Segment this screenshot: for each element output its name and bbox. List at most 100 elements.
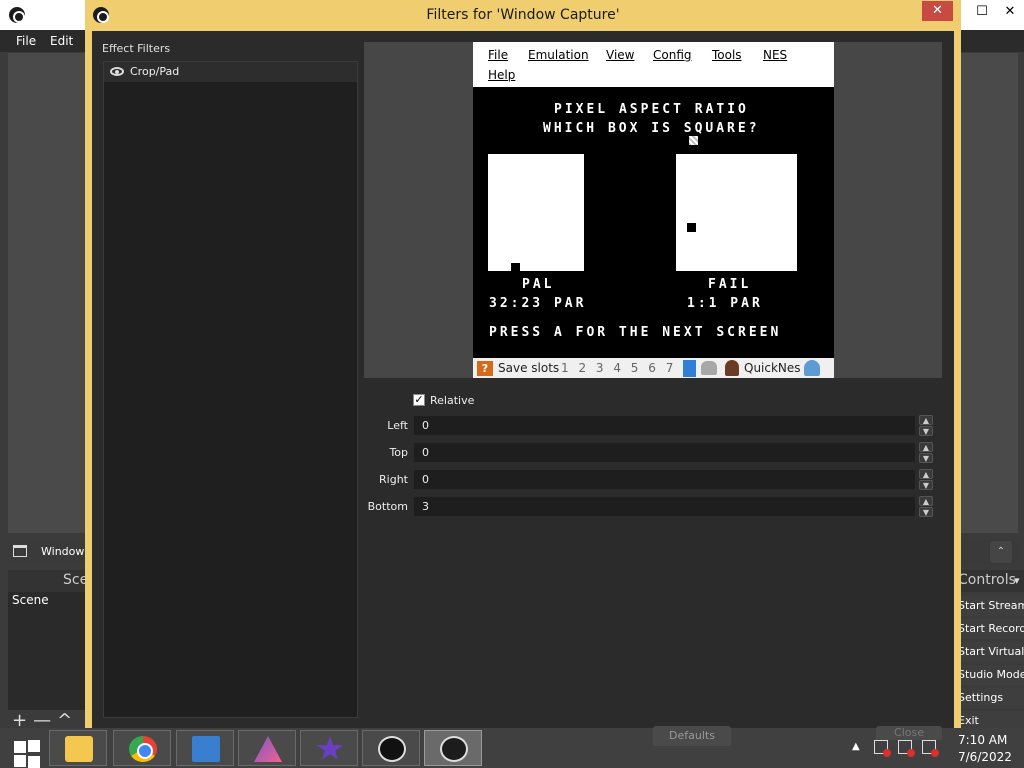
core-icon (725, 360, 739, 376)
action-center-badge (931, 749, 939, 757)
taskbar-obs[interactable] (424, 730, 482, 766)
relative-checkbox[interactable]: ✓ (413, 394, 425, 406)
start-button[interactable] (4, 732, 46, 768)
right-input[interactable]: 0 (413, 469, 916, 490)
emu-menu-tools[interactable]: Tools (712, 48, 742, 62)
pal-box (488, 154, 584, 271)
start-streaming-button[interactable]: Start Streaming (958, 596, 1024, 616)
emu-menu-emulation[interactable]: Emulation (528, 48, 589, 62)
bottom-decrement-icon[interactable]: ▼ (919, 507, 933, 517)
top-decrement-icon[interactable]: ▼ (919, 453, 933, 463)
filters-dialog: Filters for 'Window Capture' ✕ Effect Fi… (85, 0, 961, 730)
tray-expand-icon[interactable]: ▲ (852, 741, 860, 752)
emulator-menubar: File Emulation View Config Tools NES Hel… (473, 42, 834, 87)
effect-filters-label: Effect Filters (102, 42, 171, 55)
clock-date[interactable]: 7/6/2022 (958, 750, 1012, 764)
load-state-icon[interactable] (701, 361, 717, 375)
filters-dialog-body: Effect Filters Crop/Pad File Emulation V… (92, 31, 954, 730)
pal-box-marker (511, 263, 520, 272)
help-icon[interactable]: ? (477, 361, 493, 376)
right-label: Right (379, 473, 408, 486)
studio-mode-button[interactable]: Studio Mode (958, 665, 1024, 685)
emu-menu-config[interactable]: Config (653, 48, 692, 62)
square-box-marker (687, 223, 696, 232)
game-app-icon (316, 736, 344, 760)
filter-item-label: Crop/Pad (130, 65, 180, 78)
bottom-input[interactable]: 3 (413, 496, 916, 517)
checker-cursor-icon (689, 136, 698, 145)
filters-dialog-titlebar: Filters for 'Window Capture' ✕ (85, 0, 961, 31)
core-label: QuickNes (744, 361, 801, 375)
left-label: Left (387, 419, 408, 432)
taskbar-chrome[interactable] (113, 730, 171, 766)
scenes-list[interactable] (8, 610, 94, 710)
action-center-icon[interactable] (922, 740, 939, 757)
right-increment-icon[interactable]: ▲ (919, 469, 933, 479)
maximize-button[interactable]: ☐ (968, 0, 996, 26)
close-window-button[interactable]: ✕ (996, 0, 1024, 26)
visibility-eye-icon[interactable] (110, 67, 124, 76)
windows-logo-icon (14, 741, 26, 753)
settings-button[interactable]: Settings (958, 688, 1024, 708)
top-input[interactable]: 0 (413, 442, 916, 463)
defaults-button[interactable]: Defaults (653, 726, 731, 746)
filter-item-crop-pad[interactable]: Crop/Pad (104, 62, 357, 82)
top-label: Top (389, 446, 408, 459)
windows-logo-icon (28, 740, 40, 752)
network-icon[interactable] (898, 740, 915, 757)
left-increment-icon[interactable]: ▲ (919, 415, 933, 425)
user-icon[interactable] (804, 360, 820, 376)
emu-menu-nes[interactable]: NES (763, 48, 787, 62)
next-screen-prompt: PRESS A FOR THE NEXT SCREEN (489, 325, 782, 340)
dock-options-icon[interactable]: ▾ (1014, 574, 1020, 587)
windows-logo-icon (28, 756, 40, 768)
emu-menu-help[interactable]: Help (488, 68, 515, 82)
start-virtual-camera-button[interactable]: Start Virtual Camera (958, 642, 1024, 662)
close-button[interactable]: Close (876, 726, 942, 740)
par-title-line1: PIXEL ASPECT RATIO (554, 102, 749, 117)
taskbar-affinity[interactable] (238, 730, 296, 766)
taskbar-control-panel[interactable] (176, 730, 234, 766)
volume-muted-icon[interactable] (874, 740, 891, 757)
emulator-capture: File Emulation View Config Tools NES Hel… (473, 42, 834, 378)
dialog-title: Filters for 'Window Capture' (426, 7, 620, 23)
right-decrement-icon[interactable]: ▼ (919, 480, 933, 490)
control-panel-icon (192, 736, 220, 762)
left-input[interactable]: 0 (413, 415, 916, 436)
nes-screen: PIXEL ASPECT RATIO WHICH BOX IS SQUARE? … (473, 87, 834, 358)
start-recording-button[interactable]: Start Recording (958, 619, 1024, 639)
taskbar-game-app[interactable] (300, 730, 358, 766)
emu-menu-file[interactable]: File (488, 48, 508, 62)
source-spinner-icon[interactable]: ⌃ (990, 541, 1012, 563)
menu-edit[interactable]: Edit (50, 34, 73, 48)
fail-caption: FAIL (708, 277, 752, 292)
taskbar-linux-app[interactable] (362, 730, 420, 766)
folder-icon (65, 736, 93, 762)
windows-logo-icon (14, 755, 26, 767)
taskbar: ▲ 7:10 AM 7/6/2022 (0, 728, 1024, 768)
top-increment-icon[interactable]: ▲ (919, 442, 933, 452)
fail-ratio: 1:1 PAR (687, 296, 763, 311)
left-decrement-icon[interactable]: ▼ (919, 426, 933, 436)
obs-logo-icon (9, 7, 25, 23)
dialog-close-button[interactable]: ✕ (922, 1, 953, 21)
menu-file[interactable]: File (16, 34, 36, 48)
par-title-line2: WHICH BOX IS SQUARE? (543, 121, 760, 136)
effect-filters-list[interactable]: Crop/Pad (103, 61, 358, 718)
scene-column-header: Scene (8, 592, 94, 610)
filter-properties: ✓ Relative Left 0 ▲ ▼ Top 0 ▲ ▼ Right 0 … (364, 386, 942, 526)
square-box (676, 154, 797, 271)
pal-caption: PAL (522, 277, 555, 292)
pal-ratio: 32:23 PAR (489, 296, 587, 311)
active-slot-marker[interactable] (683, 360, 696, 377)
network-error-badge (907, 749, 915, 757)
chrome-icon (129, 736, 157, 762)
obs-logo-icon (440, 736, 468, 762)
clock-time[interactable]: 7:10 AM (958, 733, 1007, 747)
save-slots-label: Save slots (498, 361, 560, 375)
taskbar-file-explorer[interactable] (49, 730, 107, 766)
relative-label: Relative (430, 394, 475, 407)
filter-preview: File Emulation View Config Tools NES Hel… (364, 42, 942, 378)
emu-menu-view[interactable]: View (606, 48, 634, 62)
bottom-increment-icon[interactable]: ▲ (919, 496, 933, 506)
